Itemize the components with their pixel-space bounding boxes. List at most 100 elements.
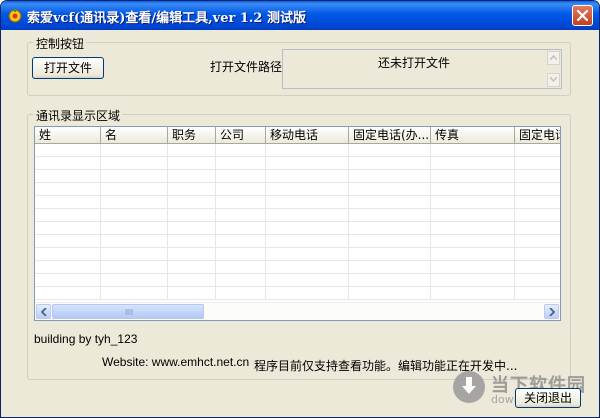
grid-cell[interactable] bbox=[101, 209, 168, 222]
grid-cell[interactable] bbox=[101, 287, 168, 300]
grid-cell[interactable] bbox=[216, 209, 266, 222]
title-bar[interactable]: 索爱vcf(通讯录)查看/编辑工具,ver 1.2 测试版 bbox=[1, 1, 599, 30]
grid-cell[interactable] bbox=[216, 196, 266, 209]
grid-row[interactable] bbox=[35, 170, 560, 183]
grid-cell[interactable] bbox=[349, 157, 431, 170]
grid-cell[interactable] bbox=[168, 248, 216, 261]
column-header[interactable]: 固定电话 bbox=[515, 127, 560, 144]
grid-cell[interactable] bbox=[266, 222, 349, 235]
grid-cell[interactable] bbox=[168, 261, 216, 274]
grid-cell[interactable] bbox=[35, 157, 101, 170]
grid-cell[interactable] bbox=[515, 183, 560, 196]
grid-cell[interactable] bbox=[515, 157, 560, 170]
grid-cell[interactable] bbox=[349, 222, 431, 235]
grid-cell[interactable] bbox=[35, 170, 101, 183]
grid-cell[interactable] bbox=[216, 170, 266, 183]
grid-cell[interactable] bbox=[266, 157, 349, 170]
grid-cell[interactable] bbox=[101, 222, 168, 235]
grid-row[interactable] bbox=[35, 183, 560, 196]
grid-cell[interactable] bbox=[266, 274, 349, 287]
grid-row[interactable] bbox=[35, 222, 560, 235]
grid-cell[interactable] bbox=[515, 209, 560, 222]
grid-cell[interactable] bbox=[216, 261, 266, 274]
grid-cell[interactable] bbox=[431, 287, 515, 300]
grid-cell[interactable] bbox=[349, 274, 431, 287]
grid-cell[interactable] bbox=[216, 183, 266, 196]
grid-cell[interactable] bbox=[35, 261, 101, 274]
column-header[interactable]: 名 bbox=[101, 127, 168, 144]
scroll-up-button[interactable] bbox=[547, 51, 560, 65]
grid-cell[interactable] bbox=[431, 261, 515, 274]
grid-cell[interactable] bbox=[35, 274, 101, 287]
grid-cell[interactable] bbox=[101, 170, 168, 183]
grid-cell[interactable] bbox=[349, 248, 431, 261]
grid-cell[interactable] bbox=[515, 274, 560, 287]
grid-cell[interactable] bbox=[35, 222, 101, 235]
grid-cell[interactable] bbox=[515, 235, 560, 248]
grid-cell[interactable] bbox=[349, 261, 431, 274]
grid-cell[interactable] bbox=[101, 183, 168, 196]
file-path-field[interactable]: 还未打开文件 bbox=[282, 49, 562, 89]
grid-cell[interactable] bbox=[168, 209, 216, 222]
grid-cell[interactable] bbox=[266, 209, 349, 222]
grid-cell[interactable] bbox=[266, 196, 349, 209]
grid-cell[interactable] bbox=[431, 170, 515, 183]
column-header[interactable]: 职务 bbox=[168, 127, 216, 144]
grid-cell[interactable] bbox=[266, 183, 349, 196]
grid-cell[interactable] bbox=[266, 287, 349, 300]
grid-cell[interactable] bbox=[168, 287, 216, 300]
grid-cell[interactable] bbox=[266, 261, 349, 274]
grid-cell[interactable] bbox=[168, 235, 216, 248]
grid-cell[interactable] bbox=[168, 183, 216, 196]
grid-cell[interactable] bbox=[349, 287, 431, 300]
grid-cell[interactable] bbox=[101, 157, 168, 170]
grid-cell[interactable] bbox=[35, 209, 101, 222]
grid-cell[interactable] bbox=[266, 170, 349, 183]
grid-cell[interactable] bbox=[168, 196, 216, 209]
grid-cell[interactable] bbox=[216, 222, 266, 235]
grid-cell[interactable] bbox=[216, 157, 266, 170]
grid-cell[interactable] bbox=[266, 235, 349, 248]
horizontal-scrollbar[interactable] bbox=[35, 302, 560, 320]
grid-cell[interactable] bbox=[349, 144, 431, 157]
grid-cell[interactable] bbox=[101, 235, 168, 248]
grid-cell[interactable] bbox=[515, 222, 560, 235]
grid-row[interactable] bbox=[35, 274, 560, 287]
grid-cell[interactable] bbox=[101, 261, 168, 274]
grid-cell[interactable] bbox=[168, 157, 216, 170]
grid-cell[interactable] bbox=[349, 235, 431, 248]
grid-row[interactable] bbox=[35, 196, 560, 209]
file-path-scrollbar[interactable] bbox=[547, 51, 560, 87]
scroll-down-button[interactable] bbox=[547, 73, 560, 87]
open-file-button[interactable]: 打开文件 bbox=[32, 57, 104, 79]
grid-cell[interactable] bbox=[168, 170, 216, 183]
grid-cell[interactable] bbox=[349, 170, 431, 183]
grid-cell[interactable] bbox=[216, 248, 266, 261]
grid-cell[interactable] bbox=[431, 183, 515, 196]
grid-cell[interactable] bbox=[266, 144, 349, 157]
grid-cell[interactable] bbox=[431, 157, 515, 170]
grid-cell[interactable] bbox=[515, 287, 560, 300]
grid-cell[interactable] bbox=[216, 144, 266, 157]
grid-cell[interactable] bbox=[431, 209, 515, 222]
grid-cell[interactable] bbox=[431, 144, 515, 157]
scroll-right-button[interactable] bbox=[544, 304, 559, 319]
column-header[interactable]: 固定电话(办... bbox=[349, 127, 431, 144]
grid-row[interactable] bbox=[35, 209, 560, 222]
grid-row[interactable] bbox=[35, 248, 560, 261]
grid-cell[interactable] bbox=[101, 144, 168, 157]
grid-row[interactable] bbox=[35, 144, 560, 157]
grid-cell[interactable] bbox=[35, 248, 101, 261]
grid-cell[interactable] bbox=[431, 274, 515, 287]
scroll-left-button[interactable] bbox=[36, 304, 51, 319]
grid-cell[interactable] bbox=[216, 287, 266, 300]
grid-cell[interactable] bbox=[431, 248, 515, 261]
grid-cell[interactable] bbox=[431, 235, 515, 248]
column-header[interactable]: 姓 bbox=[35, 127, 101, 144]
grid-cell[interactable] bbox=[101, 196, 168, 209]
close-button[interactable] bbox=[572, 5, 593, 26]
grid-cell[interactable] bbox=[35, 287, 101, 300]
grid-cell[interactable] bbox=[515, 261, 560, 274]
grid-row[interactable] bbox=[35, 235, 560, 248]
grid-cell[interactable] bbox=[266, 248, 349, 261]
